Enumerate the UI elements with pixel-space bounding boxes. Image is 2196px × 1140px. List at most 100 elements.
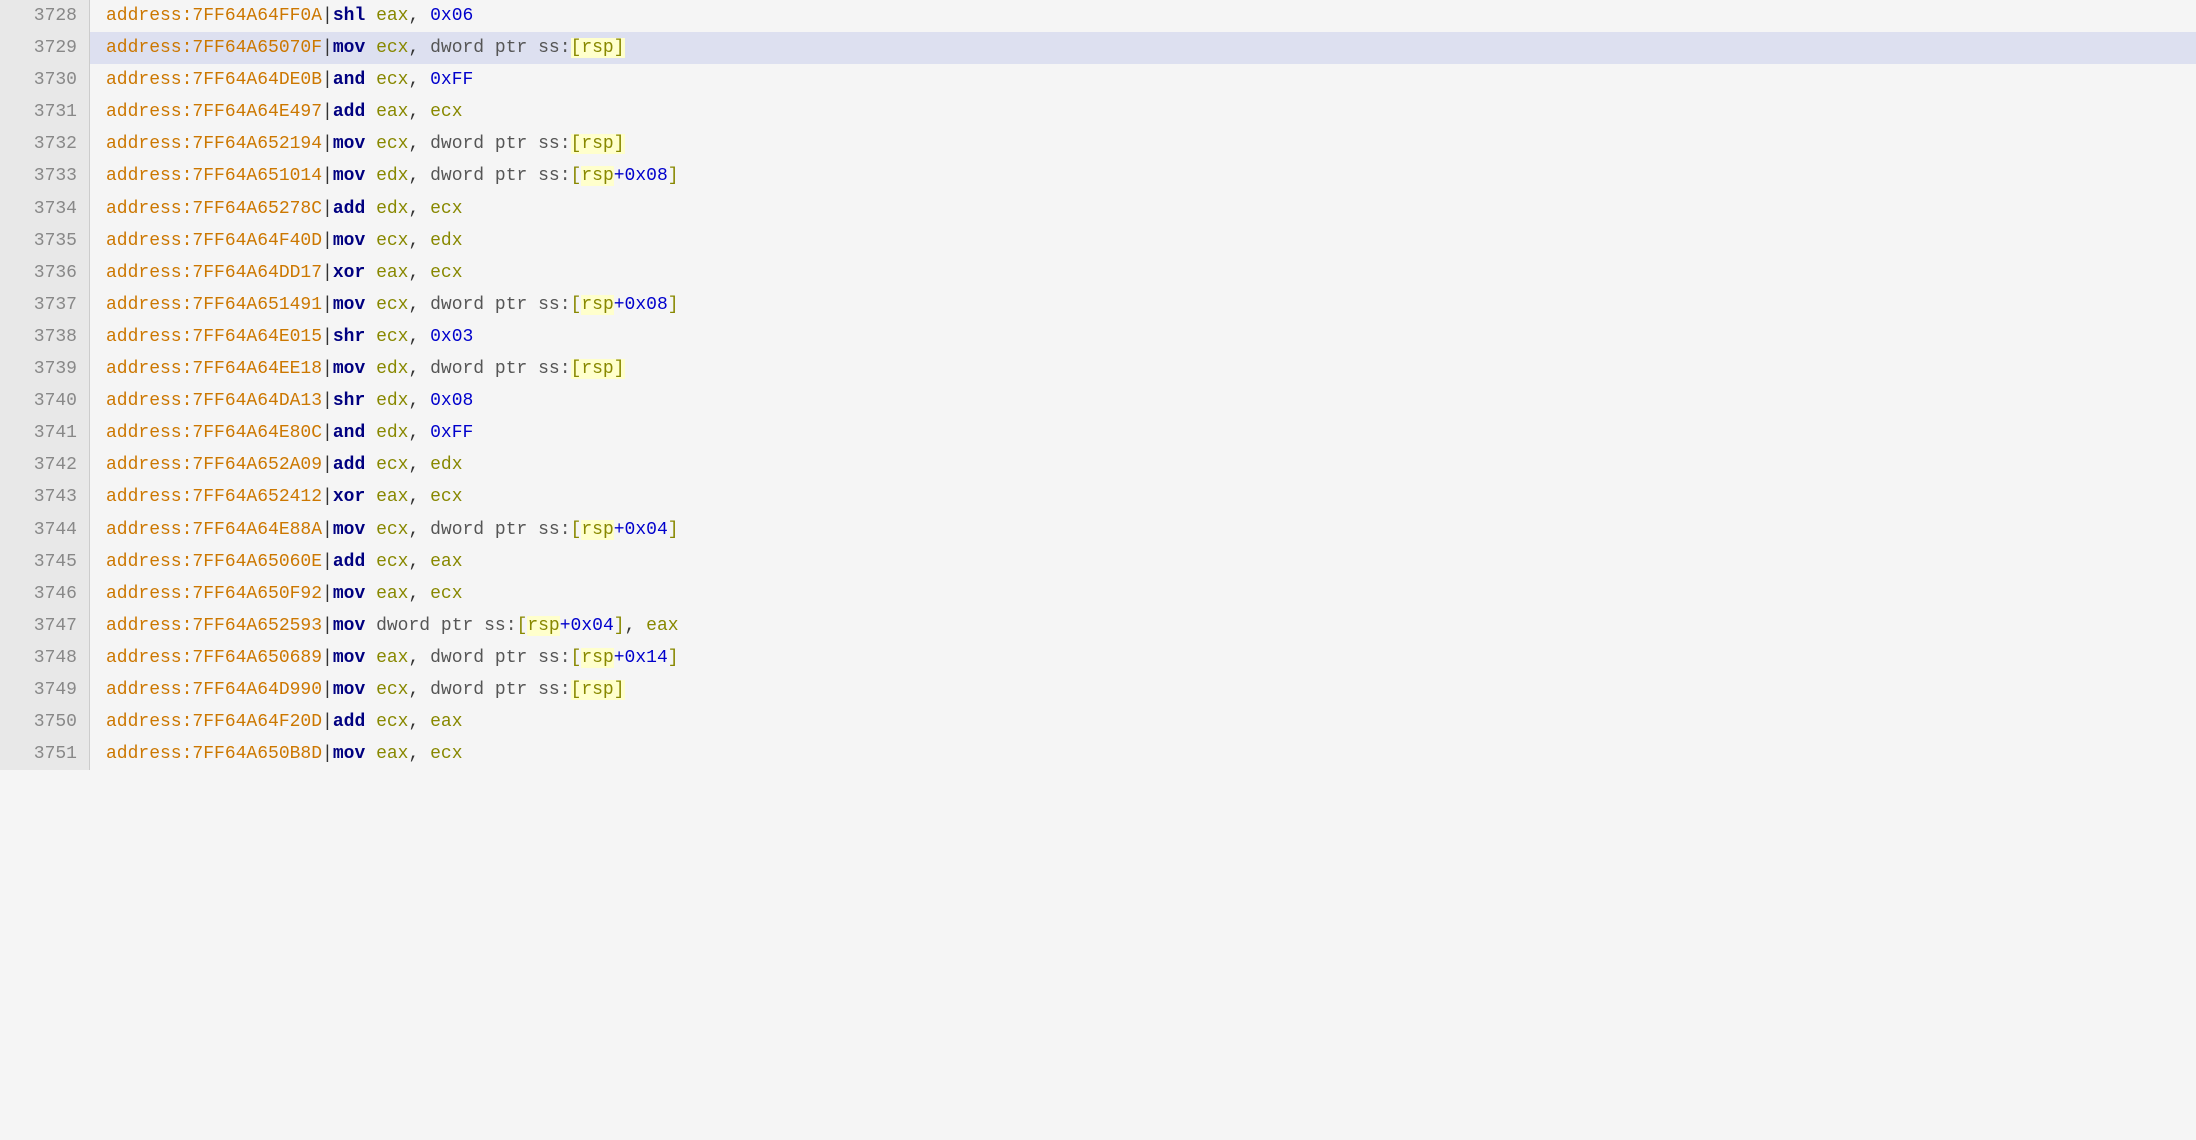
table-row[interactable]: 3748address:7FF64A650689|mov eax, dword … [0,642,2196,674]
mnemonic: mov [333,38,365,58]
line-number: 3747 [0,610,90,642]
register: edx [430,455,462,475]
line-number: 3728 [0,0,90,32]
address: address:7FF64A650F92 [106,584,322,604]
segment: ss: [538,359,570,379]
address: address:7FF64A64E015 [106,327,322,347]
separator: | [322,552,333,572]
table-row[interactable]: 3732address:7FF64A652194|mov ecx, dword … [0,128,2196,160]
mnemonic: mov [333,648,365,668]
table-row[interactable]: 3733address:7FF64A651014|mov edx, dword … [0,160,2196,192]
table-row[interactable]: 3738address:7FF64A64E015|shr ecx, 0x03 [0,321,2196,353]
immediate: 0x03 [430,327,473,347]
comma: , [408,38,430,58]
segment: ss: [484,616,516,636]
separator: | [322,70,333,90]
mnemonic: shr [333,391,365,411]
register: eax [376,648,408,668]
comma: , [408,744,430,764]
line-number: 3735 [0,225,90,257]
address: address:7FF64A64F40D [106,231,322,251]
table-row[interactable]: 3746address:7FF64A650F92|mov eax, ecx [0,578,2196,610]
separator: | [322,102,333,122]
comma: , [408,295,430,315]
table-row[interactable]: 3737address:7FF64A651491|mov ecx, dword … [0,289,2196,321]
keyword: dword [430,648,484,668]
table-row[interactable]: 3729address:7FF64A65070F|mov ecx, dword … [0,32,2196,64]
table-row[interactable]: 3749address:7FF64A64D990|mov ecx, dword … [0,674,2196,706]
keyword: dword [376,616,430,636]
segment: ss: [538,166,570,186]
comma: , [408,327,430,347]
comma: , [408,648,430,668]
address: address:7FF64A65060E [106,552,322,572]
comma: , [408,70,430,90]
mnemonic: mov [333,520,365,540]
table-row[interactable]: 3751address:7FF64A650B8D|mov eax, ecx [0,738,2196,770]
line-number: 3740 [0,385,90,417]
separator: | [322,231,333,251]
separator: | [322,6,333,26]
table-row[interactable]: 3743address:7FF64A652412|xor eax, ecx [0,481,2196,513]
table-row[interactable]: 3741address:7FF64A64E80C|and edx, 0xFF [0,417,2196,449]
register: edx [376,391,408,411]
keyword: ptr [484,520,538,540]
mnemonic: mov [333,134,365,154]
separator: | [322,38,333,58]
separator: | [322,744,333,764]
line-content: address:7FF64A64E88A|mov ecx, dword ptr … [90,514,2196,546]
address: address:7FF64A650689 [106,648,322,668]
mem-open: [ [517,616,528,636]
line-content: address:7FF64A652593|mov dword ptr ss:[r… [90,610,2196,642]
segment: ss: [538,648,570,668]
table-row[interactable]: 3747address:7FF64A652593|mov dword ptr s… [0,610,2196,642]
mnemonic: shl [333,6,365,26]
comma: , [408,520,430,540]
mnemonic: mov [333,359,365,379]
table-row[interactable]: 3735address:7FF64A64F40D|mov ecx, edx [0,225,2196,257]
address: address:7FF64A64DA13 [106,391,322,411]
table-row[interactable]: 3750address:7FF64A64F20D|add ecx, eax [0,706,2196,738]
separator: | [322,199,333,219]
separator: | [322,134,333,154]
line-number: 3737 [0,289,90,321]
address: address:7FF64A64FF0A [106,6,322,26]
table-row[interactable]: 3742address:7FF64A652A09|add ecx, edx [0,449,2196,481]
line-number: 3736 [0,257,90,289]
table-row[interactable]: 3734address:7FF64A65278C|add edx, ecx [0,193,2196,225]
line-content: address:7FF64A64FF0A|shl eax, 0x06 [90,0,2196,32]
keyword: ptr [484,648,538,668]
mem-close: ] [668,648,679,668]
separator: | [322,648,333,668]
address: address:7FF64A650B8D [106,744,322,764]
table-row[interactable]: 3730address:7FF64A64DE0B|and ecx, 0xFF [0,64,2196,96]
register: ecx [430,263,462,283]
keyword: ptr [484,295,538,315]
table-row[interactable]: 3740address:7FF64A64DA13|shr edx, 0x08 [0,385,2196,417]
keyword: dword [430,166,484,186]
separator: | [322,712,333,732]
mem-close: ] [668,295,679,315]
rsp-register: rsp [581,295,613,315]
register: ecx [430,102,462,122]
table-row[interactable]: 3739address:7FF64A64EE18|mov edx, dword … [0,353,2196,385]
table-row[interactable]: 3745address:7FF64A65060E|add ecx, eax [0,546,2196,578]
segment: ss: [538,134,570,154]
table-row[interactable]: 3731address:7FF64A64E497|add eax, ecx [0,96,2196,128]
table-row[interactable]: 3728address:7FF64A64FF0A|shl eax, 0x06 [0,0,2196,32]
mem-open: [ [571,166,582,186]
line-number: 3744 [0,514,90,546]
table-row[interactable]: 3736address:7FF64A64DD17|xor eax, ecx [0,257,2196,289]
mnemonic: add [333,712,365,732]
line-number: 3732 [0,128,90,160]
separator: | [322,166,333,186]
line-content: address:7FF64A652412|xor eax, ecx [90,481,2196,513]
comma: , [408,134,430,154]
line-number: 3730 [0,64,90,96]
mnemonic: xor [333,263,365,283]
register: ecx [376,70,408,90]
line-content: address:7FF64A64F40D|mov ecx, edx [90,225,2196,257]
mem-open: [ [571,295,582,315]
mnemonic: mov [333,744,365,764]
table-row[interactable]: 3744address:7FF64A64E88A|mov ecx, dword … [0,514,2196,546]
